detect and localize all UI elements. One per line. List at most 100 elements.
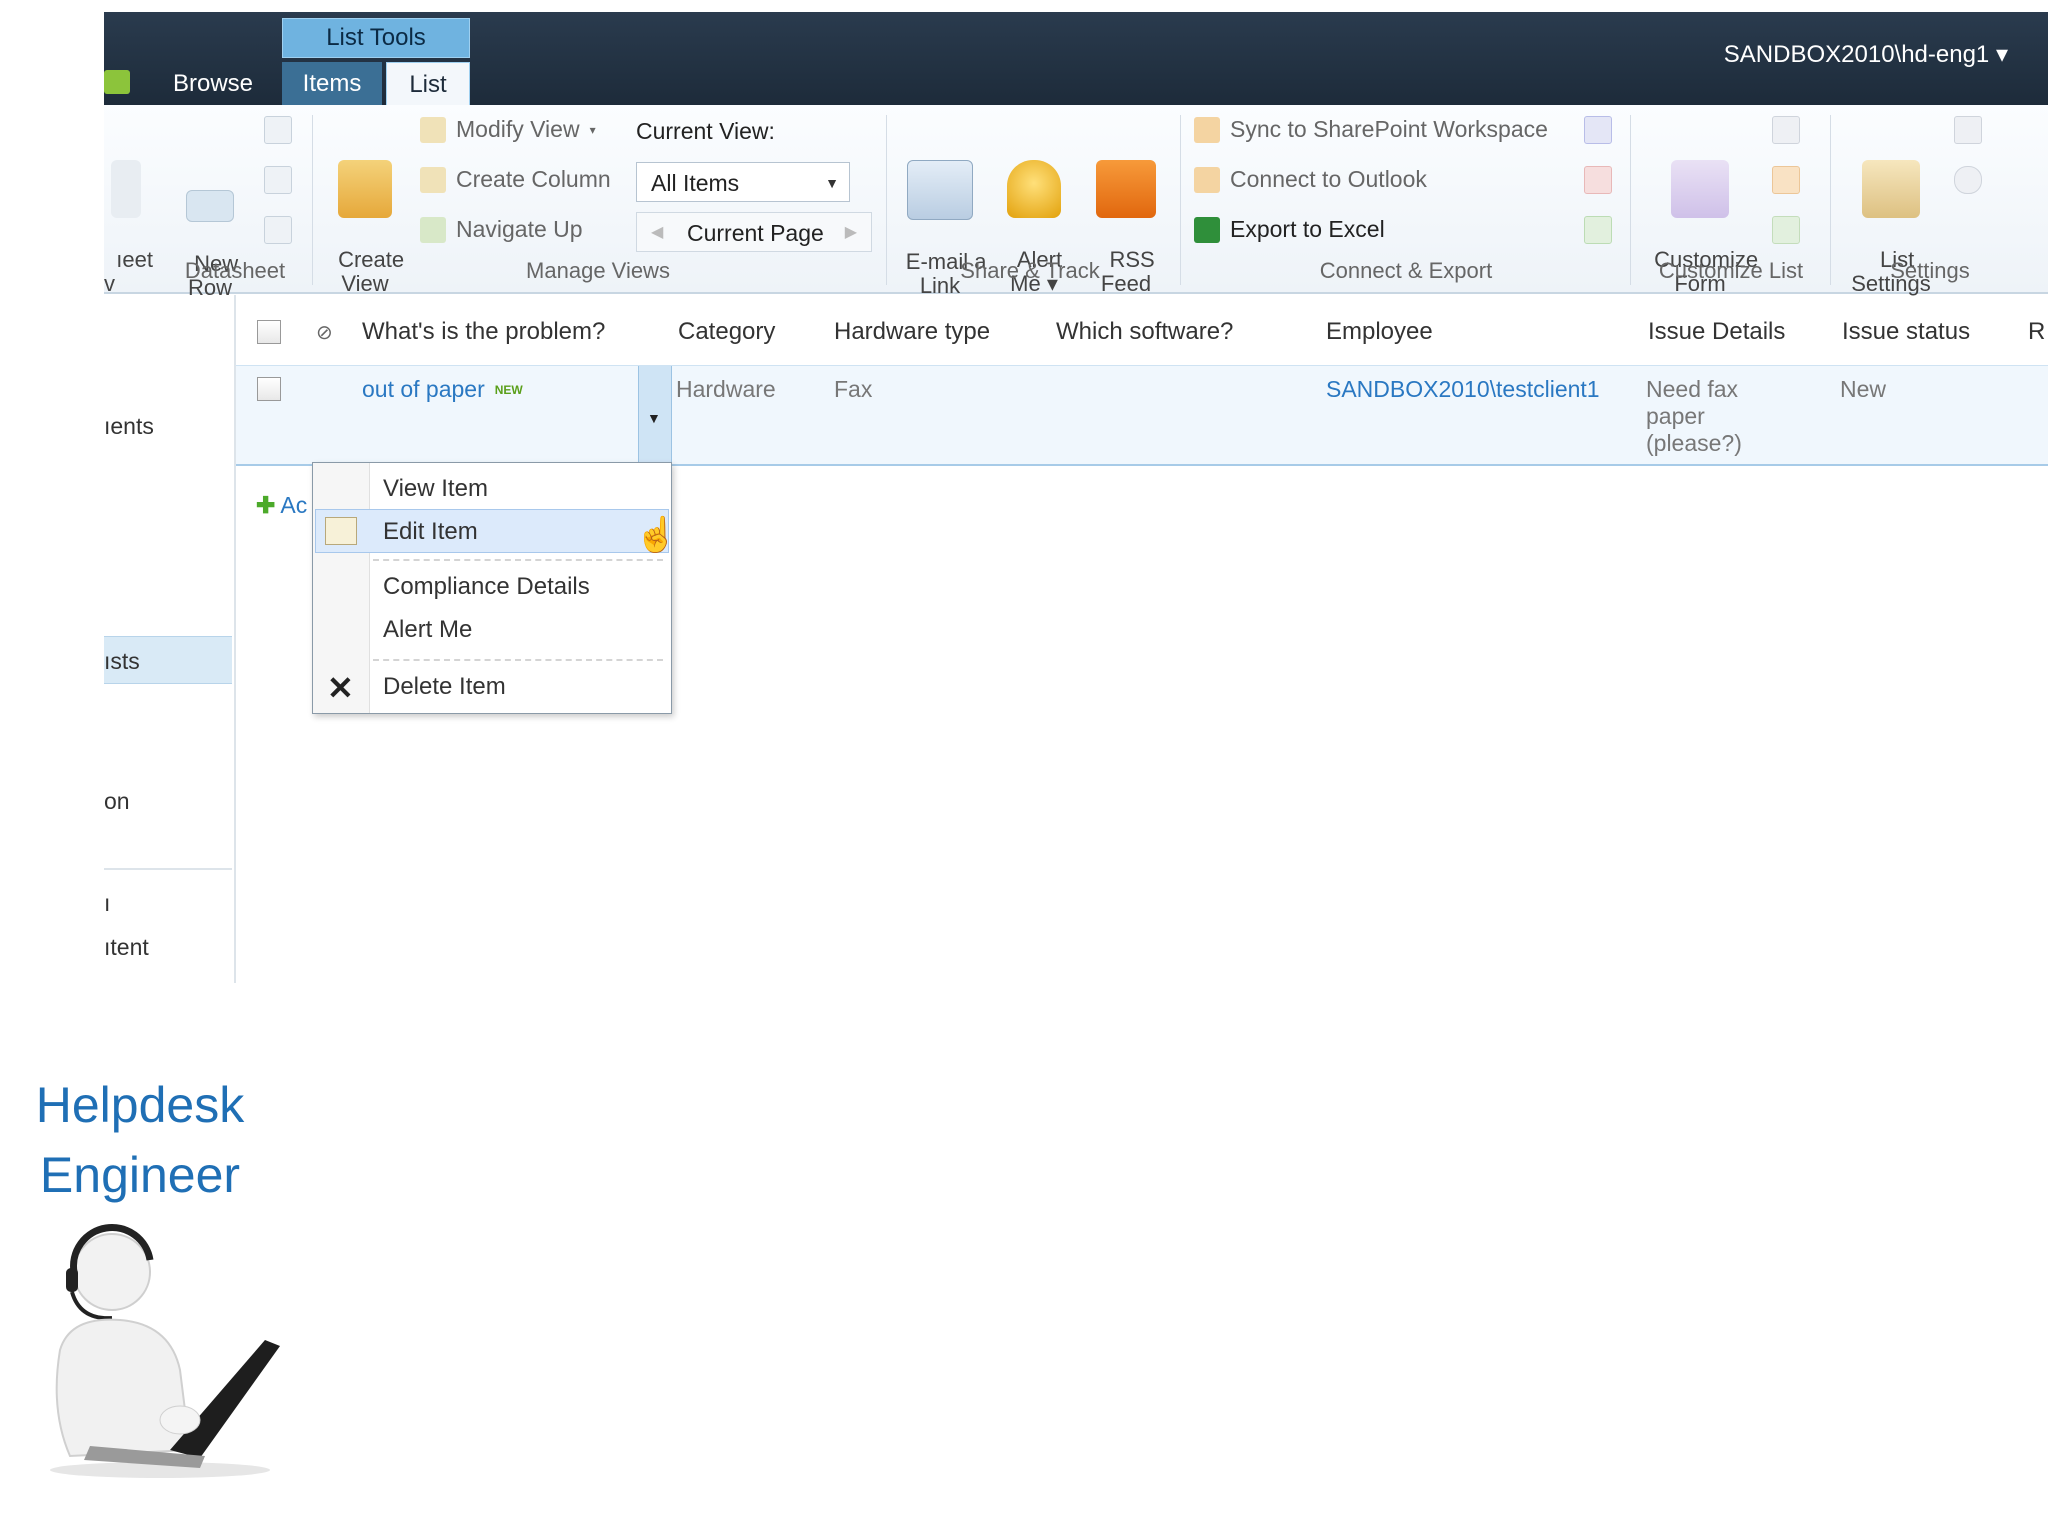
rss-icon [1096,160,1156,218]
site-actions-icon[interactable] [104,70,130,94]
row-checkbox[interactable] [257,377,281,401]
project-icon[interactable] [1584,216,1612,244]
menu-item-alert-me[interactable]: Alert Me [383,616,472,644]
add-new-item-link[interactable]: ✚ Ac [256,492,307,519]
new-row-icon [186,190,234,222]
ribbon-separator [312,115,313,285]
previous-page-icon[interactable]: ◀ [651,213,663,253]
current-page-pager[interactable]: ◀ Current Page ▶ [636,212,872,252]
sigma-icon[interactable] [264,166,292,194]
row-issue-status-cell: New [1840,376,1887,402]
export-to-excel-button[interactable]: Export to Excel [1194,216,1385,243]
datasheet-view-button[interactable]: ıeet v [104,112,153,296]
quick-launch-item-requests[interactable]: ısts [104,648,140,675]
create-column-label: Create Column [456,166,611,192]
row-title-cell: out of paper NEW [362,376,523,404]
row-category-cell: Hardware [676,376,776,402]
plus-icon: ✚ [256,492,276,518]
menu-item-view-item[interactable]: View Item [383,475,488,503]
ribbon-separator [1630,115,1631,285]
create-view-icon [338,160,392,218]
tab-list[interactable]: List [386,62,470,106]
create-view-label: Create View [338,247,405,296]
email-icon [907,160,973,220]
user-menu[interactable]: SANDBOX2010\hd-eng1 ▾ [1724,40,2008,69]
row-title-link[interactable]: out of paper [362,376,485,402]
new-badge: NEW [494,383,523,398]
delete-x-icon: ✕ [327,670,354,706]
column-header-truncated[interactable]: R [2028,318,2045,346]
refresh-data-icon[interactable] [264,216,292,244]
modify-view-label: Modify View [456,116,580,142]
show-totals-icon[interactable] [264,116,292,144]
menu-item-compliance-details[interactable]: Compliance Details [383,573,590,601]
workflow-settings-icon[interactable] [1954,166,1982,194]
current-view-label: Current View: [636,118,775,144]
navigate-up-icon [420,216,446,243]
navigate-up-label: Navigate Up [456,216,583,242]
group-label-manage-views: Manage Views [526,258,670,283]
tab-browse[interactable]: Browse [160,62,266,105]
column-header-problem[interactable]: What's is the problem? [362,318,605,346]
hand-pointer-cursor-icon: ☝ [635,516,678,554]
row-employee-link[interactable]: SANDBOX2010\testclient1 [1326,376,1600,403]
chevron-down-icon: ▼ [647,410,661,426]
quick-launch-item-discussion[interactable]: on [104,788,130,815]
list-tools-context-label: List Tools [282,18,470,58]
row-issue-details-cell: Need fax paper (please?) [1646,376,1742,456]
datasheet-view-label: ıeet v [104,247,153,296]
ribbon-separator [1830,115,1831,285]
edit-item-icon [325,517,357,545]
helpdesk-engineer-illustration-icon [50,1224,280,1478]
next-page-icon[interactable]: ▶ [845,213,857,253]
sync-label: Sync to SharePoint Workspace [1230,116,1548,142]
create-view-button[interactable]: Create View [322,112,408,296]
row-hardware-type-cell: Fax [834,376,873,402]
tab-items[interactable]: Items [282,62,382,105]
current-view-value: All Items [651,170,740,196]
quick-launch-item-recycle-bin[interactable]: ı [104,890,110,917]
item-menu-dropdown[interactable]: ▼ [638,366,672,462]
chevron-down-icon: ▼ [825,175,839,191]
attachment-icon: ⊘ [316,322,333,344]
menu-separator [373,559,663,561]
outlook-label: Connect to Outlook [1230,166,1427,192]
modify-view-icon [420,116,446,143]
chevron-down-icon: ▾ [589,122,596,137]
quick-launch-item-documents[interactable]: ıents [104,413,154,440]
create-column-icon [420,166,446,193]
ribbon-separator [1180,115,1181,285]
form-web-parts-icon[interactable] [1772,166,1800,194]
menu-item-edit-item[interactable]: Edit Item [383,518,478,546]
sync-sharepoint-workspace-button[interactable]: Sync to SharePoint Workspace [1194,116,1548,143]
bell-icon [1007,160,1061,218]
visio-icon[interactable] [1584,116,1612,144]
access-icon[interactable] [1584,166,1612,194]
group-label-customize-list: Customize List [1658,258,1804,283]
quick-launch-item-all-site-content[interactable]: ıtent [104,934,149,961]
excel-label: Export to Excel [1230,216,1385,242]
column-header-issue-details[interactable]: Issue Details [1648,318,1785,346]
create-column-button[interactable]: Create Column [420,166,611,193]
quick-launch-divider [104,868,232,870]
select-all-checkbox[interactable] [257,320,281,344]
menu-separator [373,659,663,661]
column-header-issue-status[interactable]: Issue status [1842,318,1970,346]
connect-to-outlook-button[interactable]: Connect to Outlook [1194,166,1427,193]
menu-item-delete-item[interactable]: Delete Item [383,673,506,701]
column-header-category[interactable]: Category [678,318,775,346]
sharepoint-workspace-icon [1194,116,1220,143]
column-header-which-software[interactable]: Which software? [1056,318,1233,346]
navigate-up-button[interactable]: Navigate Up [420,216,583,243]
group-label-connect-export: Connect & Export [1319,258,1493,283]
edit-list-icon[interactable] [1772,116,1800,144]
current-view-select[interactable]: All Items ▼ [636,162,850,202]
item-context-menu: View Item Edit Item ☝ Compliance Details… [312,462,677,714]
column-header-hardware-type[interactable]: Hardware type [834,318,990,346]
group-label-settings: Settings [1890,258,1970,283]
modify-view-button[interactable]: Modify View ▾ [420,116,596,143]
list-permissions-icon[interactable] [1954,116,1982,144]
column-header-employee[interactable]: Employee [1326,318,1433,346]
ribbon-separator [886,115,887,285]
new-quick-step-icon[interactable] [1772,216,1800,244]
